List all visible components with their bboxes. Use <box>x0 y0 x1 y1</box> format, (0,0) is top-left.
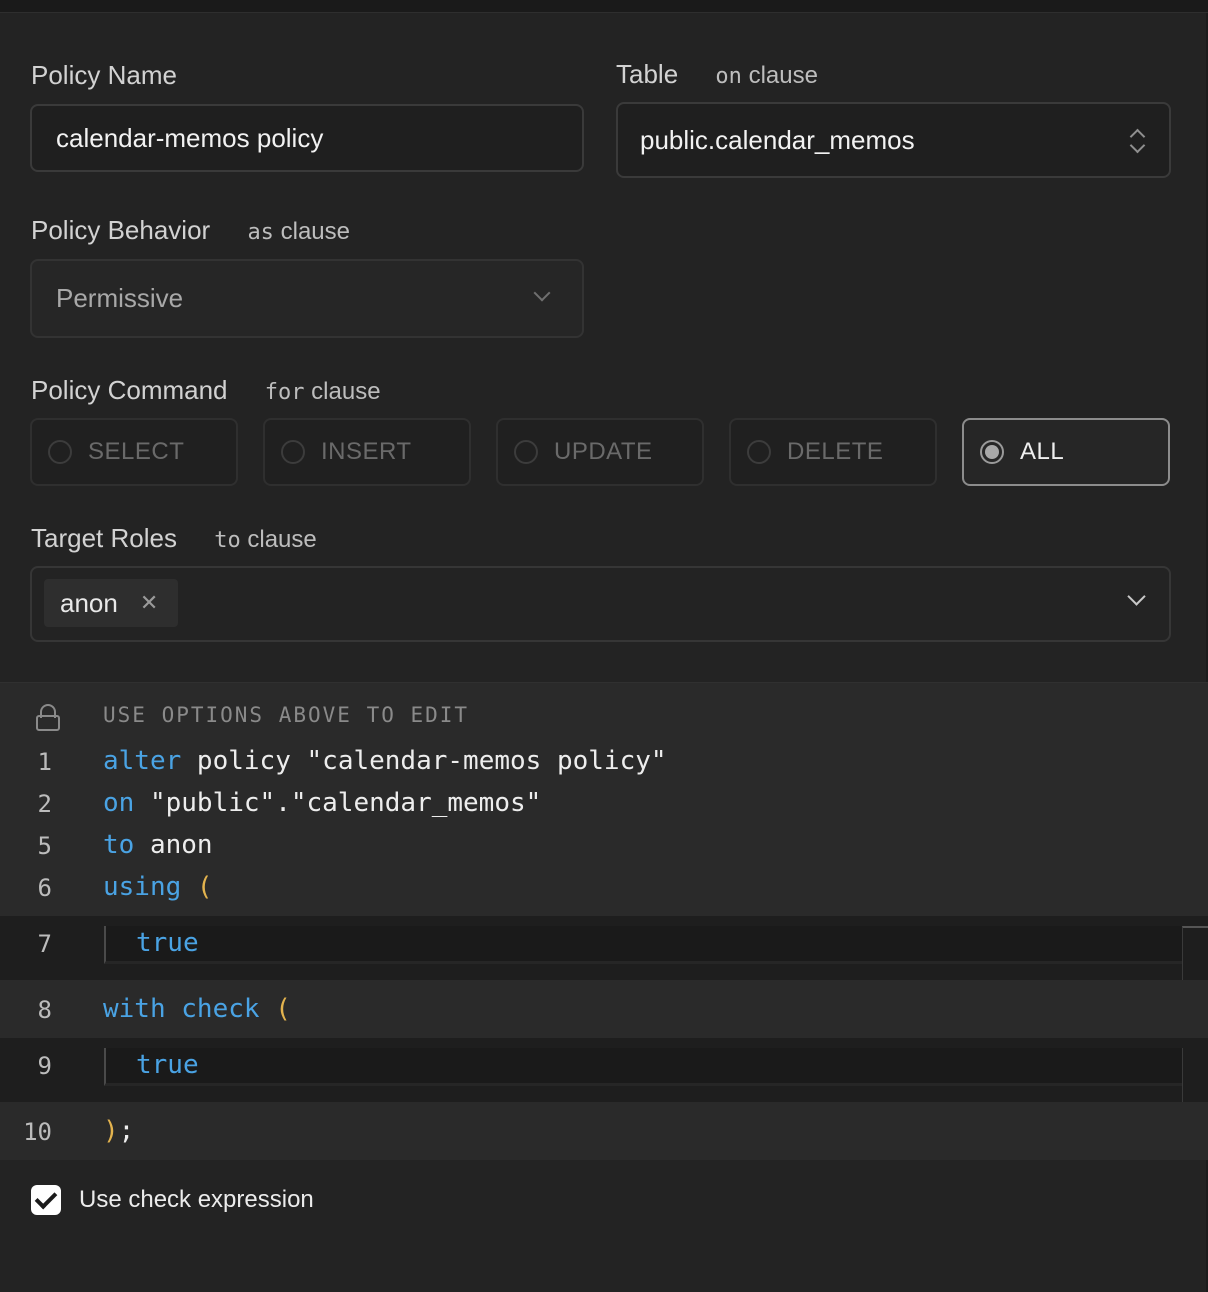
command-option-insert[interactable]: INSERT <box>263 418 471 486</box>
code-text: ; <box>118 1116 135 1146</box>
command-option-all[interactable]: ALL <box>962 418 1170 486</box>
table-label-text: Table <box>616 59 679 89</box>
policy-name-label-text: Policy Name <box>31 60 177 90</box>
policy-command-label-text: Policy Command <box>31 375 228 405</box>
role-chip-anon: anon ✕ <box>44 579 178 627</box>
command-option-label: INSERT <box>321 438 412 465</box>
close-icon[interactable]: ✕ <box>140 590 158 616</box>
command-option-label: DELETE <box>787 438 884 465</box>
command-option-delete[interactable]: DELETE <box>729 418 937 486</box>
table-label: Table on clause <box>616 59 818 90</box>
command-option-select[interactable]: SELECT <box>30 418 238 486</box>
target-roles-label: Target Roles to clause <box>31 523 317 554</box>
code-line-1: alter policy "calendar-memos policy" <box>103 746 667 776</box>
radio-icon <box>747 440 771 464</box>
code-keyword: alter <box>103 746 182 776</box>
command-clause-word: clause <box>311 378 381 405</box>
policy-behavior-label-text: Policy Behavior <box>31 215 211 245</box>
use-check-expression-label[interactable]: Use check expression <box>79 1186 314 1214</box>
check-expression-editor[interactable] <box>104 1048 1182 1086</box>
using-expression-editor[interactable] <box>104 926 1182 964</box>
roles-clause: to clause <box>214 526 317 553</box>
policy-command-label: Policy Command for clause <box>31 375 381 406</box>
code-line-5: to anon <box>103 830 213 860</box>
line-number: 8 <box>37 996 52 1024</box>
code-line-9: true <box>136 1050 199 1080</box>
use-check-expression-checkbox[interactable] <box>31 1185 61 1215</box>
line-number: 5 <box>37 832 52 860</box>
select-updown-icon <box>1130 128 1144 154</box>
editor-scroll-marker <box>1182 1048 1208 1102</box>
roles-clause-keyword: to <box>214 528 241 553</box>
command-option-label: SELECT <box>88 438 185 465</box>
line-number: 7 <box>37 930 52 958</box>
policy-name-label: Policy Name <box>31 60 177 91</box>
command-clause: for clause <box>265 378 381 405</box>
code-line-2: on "public"."calendar_memos" <box>103 788 541 818</box>
code-line-8: with check ( <box>103 994 291 1024</box>
policy-name-value: calendar-memos policy <box>56 122 324 153</box>
radio-icon <box>514 440 538 464</box>
policy-behavior-value: Permissive <box>56 283 184 313</box>
line-number: 9 <box>37 1052 52 1080</box>
table-select-value: public.calendar_memos <box>640 124 915 155</box>
table-clause-word: clause <box>748 62 818 89</box>
policy-behavior-label: Policy Behavior as clause <box>31 215 350 246</box>
behavior-clause-word: clause <box>280 218 350 245</box>
code-paren: ) <box>103 1116 119 1146</box>
command-option-update[interactable]: UPDATE <box>496 418 704 486</box>
line-number: 10 <box>23 1118 52 1146</box>
table-clause-keyword: on <box>715 64 742 89</box>
code-keyword: true <box>136 1050 199 1080</box>
table-clause: on clause <box>715 62 818 89</box>
command-option-label: ALL <box>1020 438 1065 465</box>
chevron-down-icon <box>533 284 551 302</box>
code-line-7: true <box>136 928 199 958</box>
code-paren: ( <box>259 994 291 1024</box>
target-roles-label-text: Target Roles <box>31 523 177 553</box>
target-roles-select[interactable] <box>30 566 1171 642</box>
code-line-10: ); <box>103 1116 134 1146</box>
editor-scroll-marker <box>1182 926 1208 980</box>
lock-icon <box>36 704 60 731</box>
line-number: 1 <box>37 748 52 776</box>
code-text: policy "calendar-memos policy" <box>181 746 667 776</box>
policy-name-input[interactable]: calendar-memos policy <box>30 104 584 172</box>
code-keyword: to <box>103 830 135 860</box>
code-text: "public"."calendar_memos" <box>134 788 542 818</box>
radio-icon <box>281 440 305 464</box>
code-keyword: true <box>136 928 199 958</box>
roles-clause-word: clause <box>247 526 317 553</box>
role-chip-label: anon <box>60 587 118 618</box>
chevron-down-icon[interactable] <box>1127 587 1146 606</box>
editor-hint: USE OPTIONS ABOVE TO EDIT <box>103 703 470 727</box>
code-keyword: using <box>103 872 182 902</box>
code-line-6: using ( <box>103 872 213 902</box>
table-select[interactable]: public.calendar_memos <box>616 102 1171 178</box>
code-paren: ( <box>181 872 213 902</box>
code-keyword: on <box>103 788 135 818</box>
radio-icon <box>48 440 72 464</box>
radio-selected-icon <box>980 440 1004 464</box>
code-keyword: with check <box>103 994 260 1024</box>
policy-behavior-select[interactable]: Permissive <box>30 259 584 338</box>
line-number: 6 <box>37 874 52 902</box>
top-bar <box>0 0 1208 13</box>
behavior-clause-keyword: as <box>247 220 274 245</box>
behavior-clause: as clause <box>247 218 350 245</box>
command-clause-keyword: for <box>264 380 305 405</box>
line-number: 2 <box>37 790 52 818</box>
command-option-label: UPDATE <box>554 438 653 465</box>
code-text: anon <box>134 830 213 860</box>
